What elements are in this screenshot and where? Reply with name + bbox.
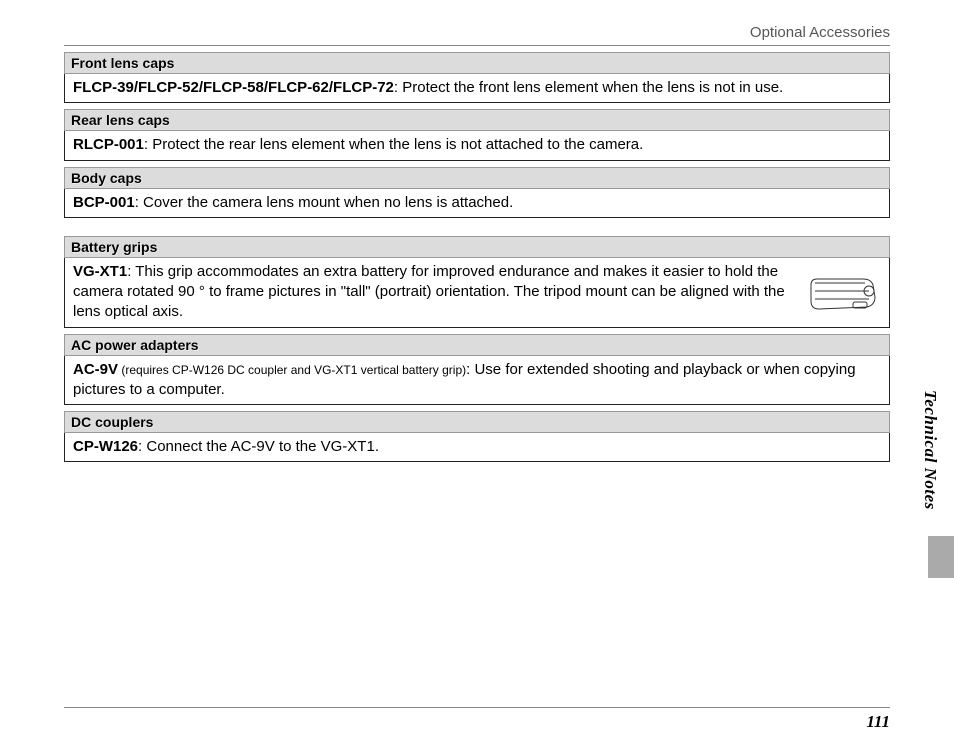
body-text: : Connect the AC-9V to the VG-XT1.	[138, 438, 379, 455]
header-rule	[64, 45, 890, 46]
section-battery-grips: Battery grips VG-XT1: This grip accommod…	[64, 236, 890, 328]
page-number: 111	[866, 712, 890, 732]
section-body: AC-9V (requires CP-W126 DC coupler and V…	[64, 356, 890, 406]
battery-grip-icon	[805, 269, 881, 315]
body-text: : This grip accommodates an extra batter…	[73, 263, 785, 321]
section-title: AC power adapters	[64, 334, 890, 356]
footer-rule	[64, 707, 890, 708]
section-body: FLCP-39/FLCP-52/FLCP-58/FLCP-62/FLCP-72:…	[64, 74, 890, 103]
body-text: : Protect the front lens element when th…	[394, 79, 783, 96]
section-title: Front lens caps	[64, 52, 890, 74]
side-section-label: Technical Notes	[920, 390, 940, 510]
section-title: Rear lens caps	[64, 109, 890, 131]
lead-model: AC-9V	[73, 361, 118, 378]
section-title: Body caps	[64, 167, 890, 189]
section-body: VG-XT1: This grip accommodates an extra …	[64, 258, 890, 328]
page-header: Optional Accessories	[64, 24, 890, 45]
section-body: RLCP-001: Protect the rear lens element …	[64, 131, 890, 160]
section-title: DC couplers	[64, 411, 890, 433]
body-text: : Protect the rear lens element when the…	[144, 136, 643, 153]
lead-model: VG-XT1	[73, 263, 127, 280]
section-front-lens-caps: Front lens caps FLCP-39/FLCP-52/FLCP-58/…	[64, 52, 890, 103]
section-dc-couplers: DC couplers CP-W126: Connect the AC-9V t…	[64, 411, 890, 462]
section-body: BCP-001: Cover the camera lens mount whe…	[64, 189, 890, 218]
side-tab	[928, 536, 954, 578]
section-body: CP-W126: Connect the AC-9V to the VG-XT1…	[64, 433, 890, 462]
section-ac-power-adapters: AC power adapters AC-9V (requires CP-W12…	[64, 334, 890, 406]
lead-model: FLCP-39/FLCP-52/FLCP-58/FLCP-62/FLCP-72	[73, 79, 394, 96]
lead-model: BCP-001	[73, 194, 135, 211]
section-title: Battery grips	[64, 236, 890, 258]
lead-note: (requires CP-W126 DC coupler and VG-XT1 …	[118, 363, 466, 377]
lead-model: CP-W126	[73, 438, 138, 455]
lead-model: RLCP-001	[73, 136, 144, 153]
section-body-caps: Body caps BCP-001: Cover the camera lens…	[64, 167, 890, 218]
header-title: Optional Accessories	[750, 24, 890, 41]
body-text: : Cover the camera lens mount when no le…	[135, 194, 514, 211]
section-rear-lens-caps: Rear lens caps RLCP-001: Protect the rea…	[64, 109, 890, 160]
